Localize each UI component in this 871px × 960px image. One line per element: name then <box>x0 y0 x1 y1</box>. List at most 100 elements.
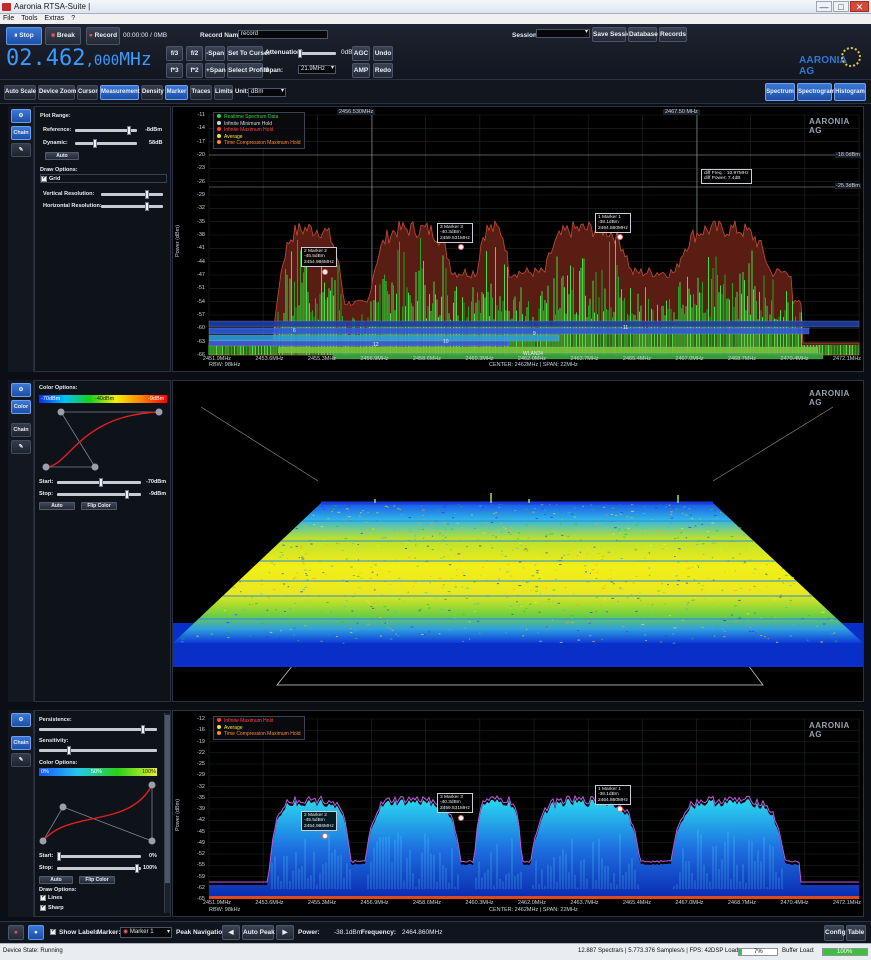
panel-scrollbar[interactable] <box>164 713 170 913</box>
sensitivity-knob[interactable] <box>67 746 71 755</box>
reference-slider[interactable] <box>75 126 137 135</box>
stop-button[interactable]: ⏸ Stop <box>6 27 42 45</box>
maximize-button[interactable]: □ <box>833 1 849 12</box>
hist-marker-2-point[interactable] <box>322 833 328 839</box>
hist-marker-3-label[interactable]: 3 Marker 3 -40.3dBm 2459.531MHz <box>437 793 473 814</box>
plus-span-button[interactable]: +Span <box>205 63 226 78</box>
sharp-checkbox[interactable] <box>40 903 46 911</box>
tool-button-2[interactable]: ✎ <box>11 440 31 454</box>
color-button[interactable]: Color <box>11 400 31 414</box>
undo-button[interactable]: Undo <box>373 46 393 61</box>
close-button[interactable]: ✕ <box>850 1 869 12</box>
horizontal-resolution-knob[interactable] <box>145 202 149 211</box>
select-profile-button[interactable]: Select Profile <box>227 63 269 78</box>
dynamic-slider[interactable] <box>75 139 137 148</box>
color-start-slider[interactable] <box>57 478 141 487</box>
auto-range-button[interactable]: Auto <box>45 152 79 160</box>
legend-item[interactable]: Realtime Spectrum Data <box>217 114 301 121</box>
persistence-slider[interactable] <box>39 725 157 734</box>
hist-stop-slider[interactable] <box>57 864 141 873</box>
span-input[interactable]: 21.9MHz ▾ <box>298 65 336 74</box>
hist-flip-color-button[interactable]: Flip Color <box>79 876 115 884</box>
redo-button[interactable]: Redo <box>373 63 393 78</box>
marker-blue-button[interactable]: ● <box>28 925 44 940</box>
cursor-button[interactable]: Cursor <box>77 85 98 100</box>
f-mul3-button[interactable]: f*3 <box>166 63 183 78</box>
dynamic-slider-knob[interactable] <box>93 139 97 148</box>
color-curve-editor[interactable] <box>39 405 167 473</box>
marker-1-point[interactable] <box>617 234 623 240</box>
amp-button[interactable]: AMP <box>352 63 370 78</box>
agc-button[interactable]: AGC <box>352 46 370 61</box>
histogram-canvas[interactable] <box>173 711 863 916</box>
show-labels-checkbox[interactable] <box>50 927 56 935</box>
f-div2-button[interactable]: f/2 <box>186 46 203 61</box>
record-button[interactable]: ● Record <box>86 27 120 45</box>
menu-file[interactable]: File <box>3 15 14 22</box>
config-button[interactable]: Config <box>824 925 846 941</box>
lines-checkbox[interactable] <box>40 893 46 901</box>
tool-button[interactable]: ✎ <box>11 143 31 157</box>
legend-item[interactable]: Infinite Maximum Hold <box>217 718 301 725</box>
reference-slider-knob[interactable] <box>127 126 131 135</box>
horizontal-resolution-slider[interactable] <box>101 202 163 211</box>
legend-item[interactable]: Average <box>217 724 301 732</box>
minus-span-button[interactable]: -Span <box>205 46 225 61</box>
spectrogram-canvas[interactable] <box>173 381 863 701</box>
histogram-view-button[interactable]: Histogram <box>834 83 866 101</box>
color-gradient-bar[interactable]: -70dBm -40dBm -9dBm <box>39 395 167 403</box>
color-start-knob[interactable] <box>99 478 103 487</box>
vertical-resolution-slider[interactable] <box>101 190 163 199</box>
table-button[interactable]: Table <box>846 925 866 941</box>
break-button[interactable]: ■ Break <box>45 27 81 45</box>
tool-button-3[interactable]: ✎ <box>11 753 31 767</box>
auto-scale-button[interactable]: Auto Scale <box>4 85 36 100</box>
hist-marker-2-label[interactable]: 2 Marker 2 -45.5dBm 2454.986MHz <box>301 811 337 832</box>
color-stop-slider[interactable] <box>57 490 141 499</box>
chain-button[interactable]: Chain <box>11 126 31 140</box>
menu-help[interactable]: ? <box>71 15 75 22</box>
density-button[interactable]: Density <box>141 85 164 100</box>
histogram-plot[interactable]: Power (dBm) -12 -16 -19 -22 -25 -29 -32 -35 -39 -… <box>172 710 864 917</box>
hist-marker-1-label[interactable]: 1 Marker 1 -38.1dBm 2464.860MHz <box>595 785 631 806</box>
color-auto-button[interactable]: Auto <box>39 502 75 510</box>
record-name-input[interactable]: record <box>238 30 328 39</box>
histogram-gradient-bar[interactable]: 0% 50% 100% <box>39 768 157 776</box>
settings-gear-button-2[interactable]: ⚙ <box>11 383 31 397</box>
marker-2-point[interactable] <box>322 269 328 275</box>
marker-button[interactable]: Marker <box>165 85 188 100</box>
settings-gear-button[interactable]: ⚙ <box>11 109 31 123</box>
menu-extras[interactable]: Extras <box>44 15 64 22</box>
hist-auto-button[interactable]: Auto <box>39 876 73 884</box>
legend-item[interactable]: Infinite Maximum Hold <box>217 127 301 134</box>
traces-button[interactable]: Traces <box>190 85 212 100</box>
database-button[interactable]: Database <box>628 27 658 42</box>
histogram-curve-editor[interactable] <box>39 779 161 847</box>
unit-select[interactable]: dBm ▾ <box>248 88 286 97</box>
limits-button[interactable]: Limits <box>214 85 233 100</box>
marker-select[interactable]: ◉ Marker 1 ▾ <box>120 927 172 938</box>
spectrogram-3d-plot[interactable]: AARONIA AG <box>172 380 864 702</box>
peak-next-button[interactable]: ▶ <box>276 925 294 940</box>
f-mul2-button[interactable]: f*2 <box>186 63 203 78</box>
chain-button-2[interactable]: Chain <box>11 423 31 437</box>
hist-marker-3-point[interactable] <box>458 815 464 821</box>
flip-color-button[interactable]: Flip Color <box>81 502 117 510</box>
marker-3-label[interactable]: 3 Marker 3 -40.3dBm 2459.531MHz <box>437 223 473 244</box>
auto-peak-button[interactable]: Auto Peak <box>242 925 275 940</box>
session-select[interactable]: ▾ <box>536 29 590 38</box>
marker-2-label[interactable]: 2 Marker 2 -45.5dBm 2454.986MHz <box>301 247 337 268</box>
attenuation-slider[interactable] <box>298 49 336 58</box>
legend-item[interactable]: Average <box>217 133 301 141</box>
attenuation-slider-knob[interactable] <box>298 49 302 58</box>
minimize-button[interactable]: — <box>816 1 832 12</box>
panel-scrollbar-thumb[interactable] <box>165 715 170 883</box>
legend-item[interactable]: Time Compression Maximum Hold <box>217 731 301 738</box>
color-stop-knob[interactable] <box>125 490 129 499</box>
marker-add-button[interactable]: ● <box>8 925 24 940</box>
device-zoom-button[interactable]: Device Zoom <box>38 85 76 100</box>
vertical-resolution-knob[interactable] <box>145 190 149 199</box>
marker-3-point[interactable] <box>458 244 464 250</box>
hist-marker-1-point[interactable] <box>617 806 623 812</box>
sensitivity-slider[interactable] <box>39 746 157 755</box>
